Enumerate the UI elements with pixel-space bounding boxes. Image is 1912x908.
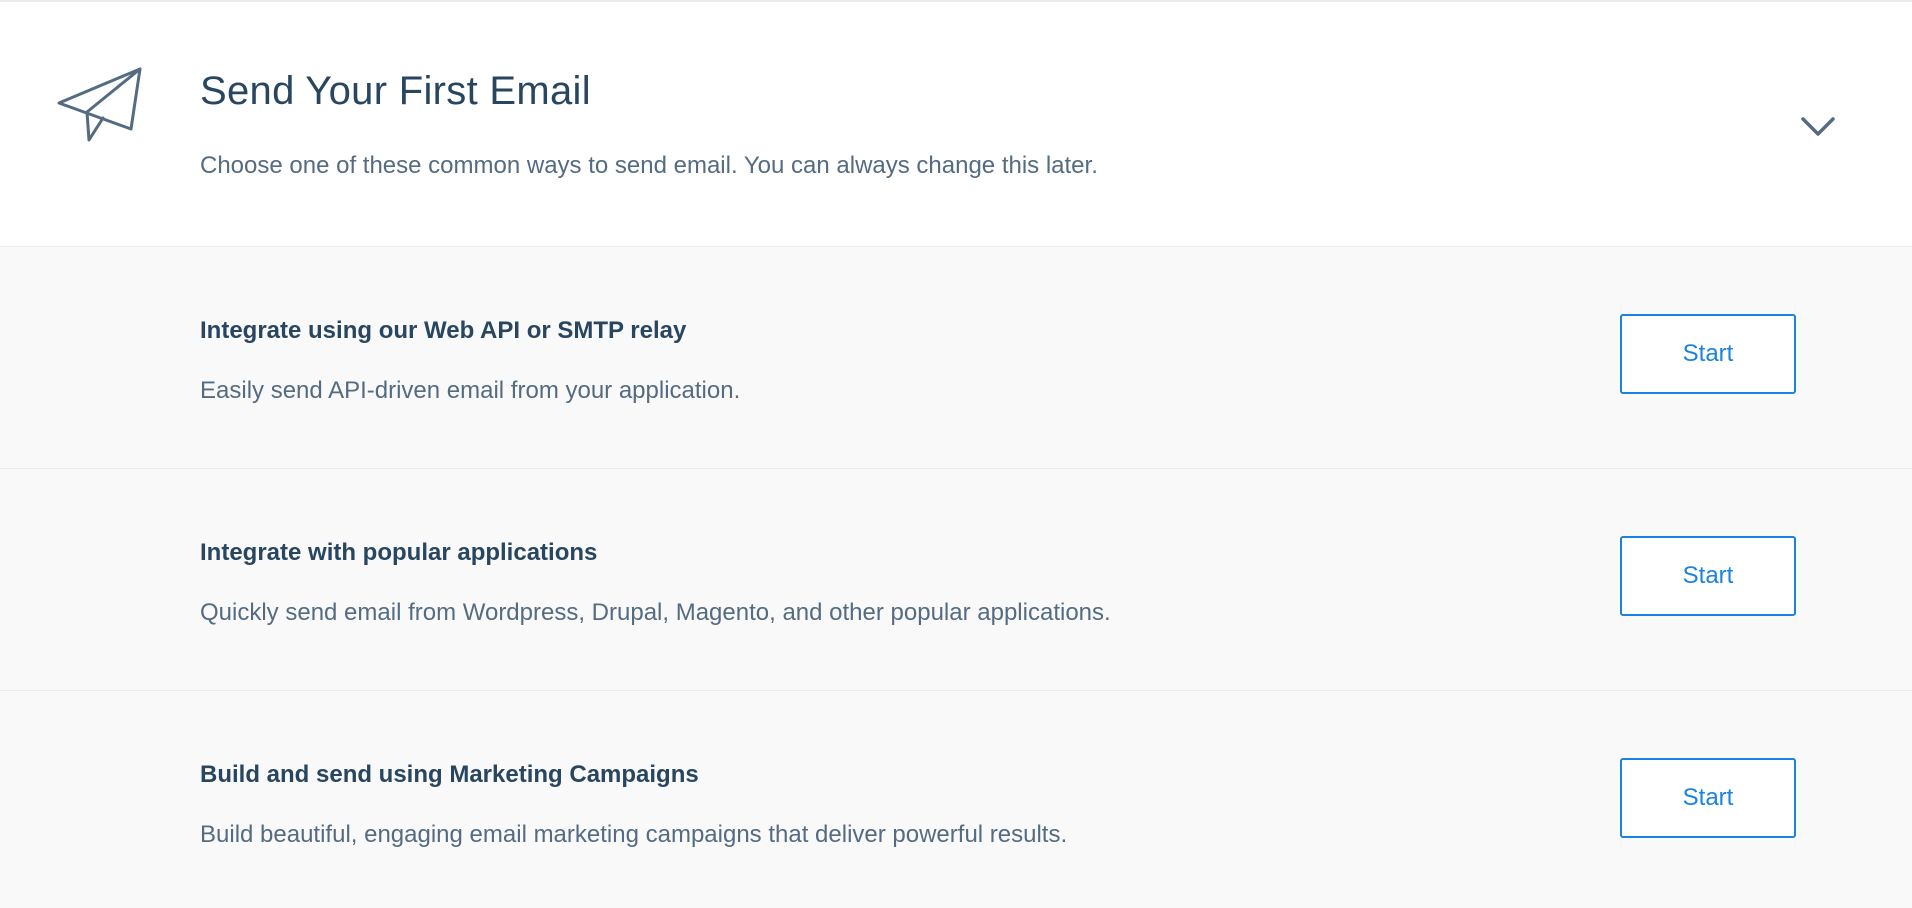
option-title: Integrate using our Web API or SMTP rela… <box>200 317 687 344</box>
option-description: Easily send API-driven email from your a… <box>200 377 741 404</box>
option-web-api-smtp: Integrate using our Web API or SMTP rela… <box>0 247 1912 469</box>
option-title: Build and send using Marketing Campaigns <box>200 761 699 788</box>
start-popular-apps-button[interactable]: Start <box>1620 536 1796 616</box>
option-marketing-campaigns: Build and send using Marketing Campaigns… <box>0 691 1912 908</box>
option-description: Quickly send email from Wordpress, Drupa… <box>200 599 1111 626</box>
start-marketing-campaigns-button[interactable]: Start <box>1620 758 1796 838</box>
option-description: Build beautiful, engaging email marketin… <box>200 821 1068 848</box>
option-title: Integrate with popular applications <box>200 539 598 566</box>
option-popular-applications: Integrate with popular applications Quic… <box>0 469 1912 691</box>
chevron-down-icon[interactable] <box>1800 116 1836 138</box>
send-first-email-panel: Send Your First Email Choose one of thes… <box>0 0 1912 908</box>
panel-subtitle: Choose one of these common ways to send … <box>200 152 1098 179</box>
panel-title: Send Your First Email <box>200 69 591 113</box>
collapse-toggle[interactable] <box>1790 107 1846 147</box>
paper-plane-icon <box>57 67 142 142</box>
send-options-list: Integrate using our Web API or SMTP rela… <box>0 247 1912 908</box>
start-web-api-button[interactable]: Start <box>1620 314 1796 394</box>
panel-header: Send Your First Email Choose one of thes… <box>0 2 1912 247</box>
